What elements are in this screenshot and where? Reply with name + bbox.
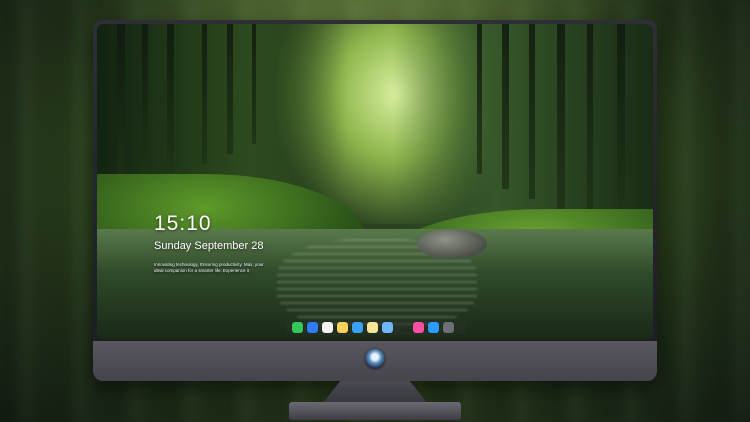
lockscreen-date: Sunday September 28 bbox=[154, 240, 264, 252]
camera-icon[interactable] bbox=[443, 321, 454, 333]
finder-icon[interactable] bbox=[307, 321, 318, 333]
monitor-chin bbox=[93, 341, 657, 381]
monitor-base bbox=[289, 402, 461, 420]
preview-icon[interactable] bbox=[382, 321, 393, 333]
brand-logo bbox=[365, 349, 385, 369]
music-icon[interactable] bbox=[413, 321, 424, 333]
bamboo-wallpaper bbox=[97, 24, 653, 340]
lockscreen-clock: 15:10 bbox=[154, 212, 212, 235]
app-store-icon[interactable] bbox=[428, 321, 439, 333]
notes-icon[interactable] bbox=[337, 321, 348, 333]
stickies-icon[interactable] bbox=[367, 321, 378, 333]
messages-icon[interactable] bbox=[292, 321, 303, 333]
monitor: 15:10 Sunday September 28 Innovating tec… bbox=[93, 20, 657, 381]
clock-icon[interactable] bbox=[322, 321, 333, 333]
clapper-icon[interactable] bbox=[352, 321, 363, 333]
dock bbox=[286, 319, 466, 335]
screen: 15:10 Sunday September 28 Innovating tec… bbox=[97, 24, 653, 340]
lockscreen-slogan: Innovating technology, Ensuring producti… bbox=[154, 262, 264, 273]
